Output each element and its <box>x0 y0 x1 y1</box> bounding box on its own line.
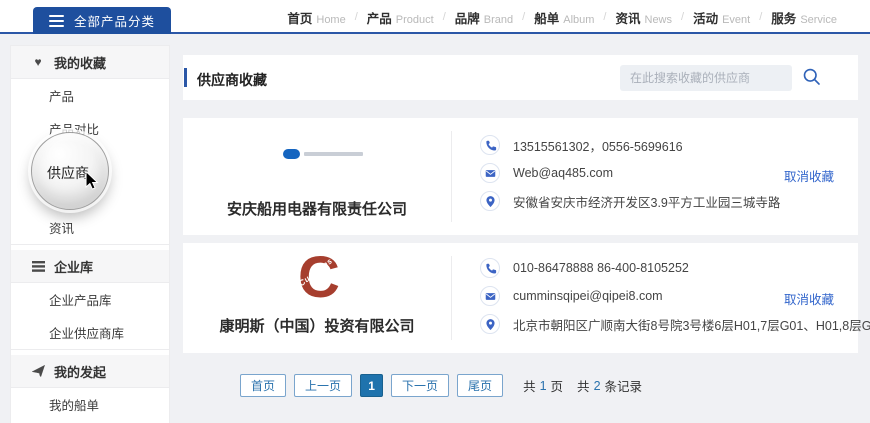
pagination-first-button[interactable]: 首页 <box>240 374 286 397</box>
card-divider <box>451 256 452 340</box>
anqing-logo-mark <box>283 149 300 159</box>
cummins-logo: C Cummins <box>298 256 350 308</box>
supplier-email: cumminsqipei@qipei8.com <box>513 289 663 303</box>
supplier-address: 安徽省安庆市经济开发区3.9平方工业园三城寺路 <box>513 192 780 211</box>
supplier-phone: 13515561302，0556-5699616 <box>513 136 683 155</box>
anqing-company-logo <box>283 148 363 160</box>
address-row: 北京市朝阳区广顺南大街8号院3号楼6层H01,7层G01、H01,8层G01、H… <box>480 314 870 334</box>
total-records-count: 2 <box>594 379 601 393</box>
sidebar: ♥ 我的收藏 产品 产品对比 供应商 船单 资讯 企业库 企业产品库 企业供应商… <box>10 45 170 423</box>
lens-label: 供应商 <box>47 163 89 183</box>
sidebar-section-my-favorites[interactable]: ♥ 我的收藏 <box>11 46 169 79</box>
nav-separator: / <box>355 11 358 23</box>
nav-item-service[interactable]: 服务 Service <box>771 8 837 27</box>
pagination-prev-button[interactable]: 上一页 <box>294 374 352 397</box>
supplier-card: C Cummins 康明斯（中国）投资有限公司 010-86478888 86-… <box>183 243 858 353</box>
total-pages-count: 1 <box>540 379 547 393</box>
sidebar-item-products[interactable]: 产品 <box>11 79 169 112</box>
nav-separator: / <box>443 11 446 23</box>
sidebar-item-my-albums[interactable]: 我的船单 <box>11 388 169 421</box>
nav-item-news[interactable]: 资讯 News <box>615 8 672 27</box>
phone-icon <box>480 258 500 278</box>
hamburger-icon <box>49 15 64 27</box>
title-accent-bar <box>184 68 187 87</box>
supplier-name: 安庆船用电器有限责任公司 <box>183 198 451 219</box>
pagination-summary: 共 1 页 共 2 条记录 <box>523 376 642 395</box>
heart-icon: ♥ <box>31 55 45 69</box>
address-row: 安徽省安庆市经济开发区3.9平方工业园三城寺路 <box>480 191 780 211</box>
nav-item-product[interactable]: 产品 Product <box>367 8 434 27</box>
unfavorite-link[interactable]: 取消收藏 <box>784 166 834 185</box>
all-categories-button[interactable]: 全部产品分类 <box>33 7 171 34</box>
pagination-page-1-button[interactable]: 1 <box>360 374 383 397</box>
mail-icon <box>480 163 500 183</box>
phone-icon <box>480 135 500 155</box>
supplier-card: 安庆船用电器有限责任公司 13515561302，0556-5699616 We… <box>183 118 858 235</box>
sidebar-item-enterprise-products[interactable]: 企业产品库 <box>11 283 169 316</box>
anqing-logo-text-line <box>304 152 363 156</box>
supplier-name: 康明斯（中国）投资有限公司 <box>183 315 451 336</box>
app-window: 全部产品分类 首页 Home / 产品 Product / 品牌 Brand /… <box>0 0 870 423</box>
nav-item-home[interactable]: 首页 Home <box>287 8 345 27</box>
top-nav: 首页 Home / 产品 Product / 品牌 Brand / 船单 Alb… <box>287 0 837 34</box>
sidebar-item-news[interactable]: 资讯 <box>11 211 169 244</box>
sidebar-section-enterprise-library[interactable]: 企业库 <box>11 250 169 283</box>
nav-separator: / <box>759 11 762 23</box>
mouse-cursor-icon <box>84 171 100 195</box>
nav-separator: / <box>681 11 684 23</box>
supplier-details: 13515561302，0556-5699616 Web@aq485.com 安… <box>480 135 780 211</box>
sidebar-section-my-initiated[interactable]: 我的发起 <box>11 355 169 388</box>
catalog-button-label: 全部产品分类 <box>74 11 155 30</box>
paper-plane-icon <box>31 365 45 377</box>
magnifier-highlight-overlay[interactable]: 供应商 <box>31 132 109 210</box>
phone-row: 13515561302，0556-5699616 <box>480 135 780 155</box>
nav-item-album[interactable]: 船单 Album <box>534 8 594 27</box>
unfavorite-link[interactable]: 取消收藏 <box>784 289 834 308</box>
pagination: 首页 上一页 1 下一页 尾页 共 1 页 共 2 条记录 <box>240 374 642 397</box>
search-icon[interactable] <box>801 67 823 89</box>
content-header: 供应商收藏 <box>183 55 858 100</box>
nav-separator: / <box>603 11 606 23</box>
nav-item-event[interactable]: 活动 Event <box>693 8 750 27</box>
phone-row: 010-86478888 86-400-8105252 <box>480 258 870 278</box>
pagination-last-button[interactable]: 尾页 <box>457 374 503 397</box>
supplier-email: Web@aq485.com <box>513 166 613 180</box>
location-pin-icon <box>480 191 500 211</box>
library-icon <box>31 261 45 272</box>
page-title: 供应商收藏 <box>197 70 267 90</box>
nav-item-brand[interactable]: 品牌 Brand <box>455 8 513 27</box>
top-header: 全部产品分类 首页 Home / 产品 Product / 品牌 Brand /… <box>0 0 870 34</box>
mail-icon <box>480 286 500 306</box>
pagination-next-button[interactable]: 下一页 <box>391 374 449 397</box>
search-input[interactable] <box>620 65 792 91</box>
supplier-address: 北京市朝阳区广顺南大街8号院3号楼6层H01,7层G01、H01,8层G01、H… <box>513 315 870 334</box>
location-pin-icon <box>480 314 500 334</box>
nav-separator: / <box>522 11 525 23</box>
email-row: Web@aq485.com <box>480 163 780 183</box>
sidebar-item-enterprise-suppliers[interactable]: 企业供应商库 <box>11 316 169 349</box>
supplier-phone: 010-86478888 86-400-8105252 <box>513 261 689 275</box>
card-divider <box>451 131 452 222</box>
